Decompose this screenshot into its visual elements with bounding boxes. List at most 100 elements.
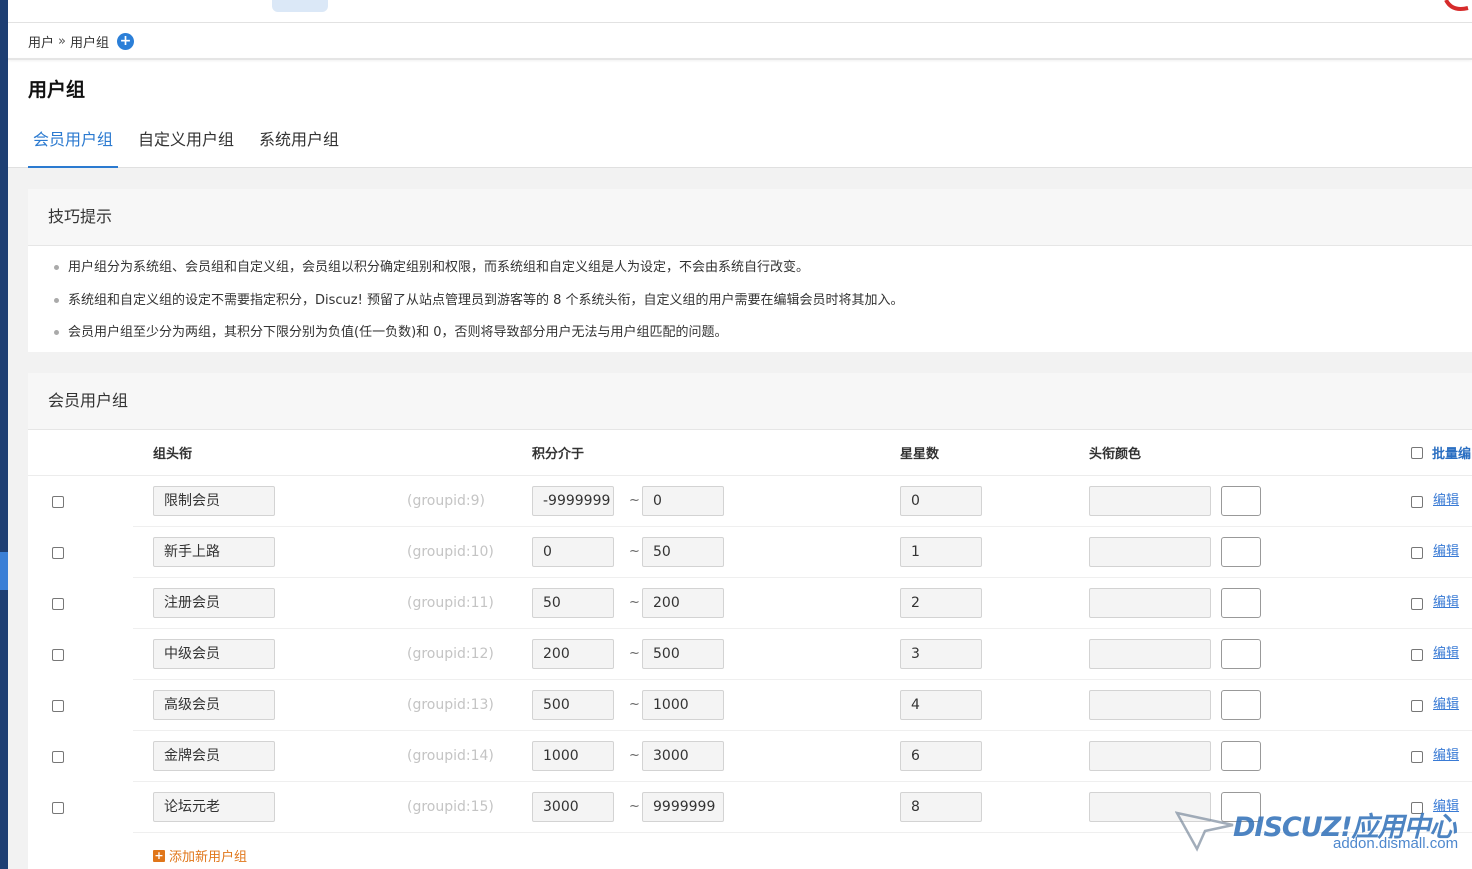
credits-max-input[interactable]: 1000 — [642, 690, 724, 720]
credits-min-input[interactable]: 0 — [532, 537, 614, 567]
tip-item: 用户组分为系统组、会员组和自定义组，会员组以积分确定组别和权限，而系统组和自定义… — [53, 258, 904, 291]
range-separator: ~ — [629, 646, 640, 661]
nav-item[interactable] — [466, 0, 504, 12]
add-shortcut-icon[interactable]: + — [117, 32, 134, 50]
stars-input[interactable]: 2 — [900, 588, 982, 618]
group-title-input[interactable]: 论坛元老 — [153, 792, 275, 822]
paper-plane-icon — [1175, 811, 1234, 852]
member-groups-panel: 会员用户组 组头衔 积分介于 星星数 头衔颜色 批量编 限制会员 (groupid… — [28, 373, 1472, 869]
group-title-input[interactable]: 高级会员 — [153, 690, 275, 720]
title-color-input[interactable] — [1089, 588, 1211, 618]
nav-item[interactable] — [834, 0, 872, 12]
color-picker-swatch[interactable] — [1221, 537, 1261, 567]
color-picker-swatch[interactable] — [1221, 588, 1261, 618]
credits-min-input[interactable]: 1000 — [532, 741, 614, 771]
nav-item[interactable] — [978, 0, 1016, 12]
color-picker-swatch[interactable] — [1221, 690, 1261, 720]
add-icon: + — [153, 848, 165, 862]
row-edit-checkbox[interactable] — [1411, 700, 1423, 712]
nav-item-active[interactable] — [272, 0, 328, 12]
nav-item[interactable] — [588, 0, 626, 12]
stars-input[interactable]: 8 — [900, 792, 982, 822]
title-color-input[interactable] — [1089, 486, 1211, 516]
stars-input[interactable]: 6 — [900, 741, 982, 771]
credits-min-input[interactable]: 200 — [532, 639, 614, 669]
edit-link[interactable]: 编辑 — [1433, 486, 1459, 516]
group-id-label: (groupid:14) — [407, 748, 494, 764]
tip-item: 会员用户组至少分为两组，其积分下限分别为负值(任一负数)和 0，否则将导致部分用… — [53, 323, 904, 356]
tab-custom-groups[interactable]: 自定义用户组 — [133, 120, 239, 166]
nav-item[interactable] — [36, 0, 74, 12]
credits-max-input[interactable]: 50 — [642, 537, 724, 567]
edit-link[interactable]: 编辑 — [1433, 537, 1459, 567]
row-edit-checkbox[interactable] — [1411, 598, 1423, 610]
row-checkbox[interactable] — [52, 700, 64, 712]
batch-edit-checkbox[interactable] — [1411, 447, 1423, 459]
col-header-color: 头衔颜色 — [1089, 447, 1142, 462]
table-row: 中级会员 (groupid:12) 200 ~500 3 编辑 — [28, 629, 1472, 680]
nav-item[interactable] — [896, 0, 934, 12]
table-row: 金牌会员 (groupid:14) 1000 ~3000 6 编辑 — [28, 731, 1472, 782]
nav-item[interactable] — [404, 0, 442, 12]
credits-min-input[interactable]: 50 — [532, 588, 614, 618]
group-title-input[interactable]: 限制会员 — [153, 486, 275, 516]
row-edit-checkbox[interactable] — [1411, 751, 1423, 763]
nav-item[interactable] — [772, 0, 810, 12]
title-color-input[interactable] — [1089, 741, 1211, 771]
nav-item[interactable] — [98, 0, 136, 12]
nav-item[interactable] — [160, 0, 198, 12]
stars-input[interactable]: 1 — [900, 537, 982, 567]
credits-max-input[interactable]: 9999999 — [642, 792, 724, 822]
credits-max-input[interactable]: 500 — [642, 639, 724, 669]
group-id-label: (groupid:12) — [407, 646, 494, 662]
title-color-input[interactable] — [1089, 537, 1211, 567]
credits-max-input[interactable]: 3000 — [642, 741, 724, 771]
row-checkbox[interactable] — [52, 598, 64, 610]
page-title: 用户组 — [28, 79, 86, 101]
add-group-link[interactable]: + 添加新用户组 — [153, 846, 247, 865]
nav-item[interactable] — [528, 0, 566, 12]
watermark: DISCUZ!应用中心 addon.dismall.com — [1175, 805, 1472, 865]
title-color-input[interactable] — [1089, 639, 1211, 669]
edit-link[interactable]: 编辑 — [1433, 639, 1459, 669]
nav-item[interactable] — [710, 0, 748, 12]
tips-list: 用户组分为系统组、会员组和自定义组，会员组以积分确定组别和权限，而系统组和自定义… — [53, 258, 904, 356]
credits-max-input[interactable]: 0 — [642, 486, 724, 516]
nav-item[interactable] — [218, 0, 256, 12]
credits-min-input[interactable]: 3000 — [532, 792, 614, 822]
row-edit-checkbox[interactable] — [1411, 496, 1423, 508]
batch-edit-label[interactable]: 批量编 — [1432, 443, 1471, 462]
row-checkbox[interactable] — [52, 649, 64, 661]
nav-item[interactable] — [340, 0, 378, 12]
col-header-stars: 星星数 — [900, 447, 940, 462]
credits-min-input[interactable]: -9999999 — [532, 486, 614, 516]
row-edit-checkbox[interactable] — [1411, 649, 1423, 661]
color-picker-swatch[interactable] — [1221, 486, 1261, 516]
title-color-input[interactable] — [1089, 690, 1211, 720]
nav-item[interactable] — [648, 0, 686, 12]
row-checkbox[interactable] — [52, 751, 64, 763]
tab-member-groups[interactable]: 会员用户组 — [28, 120, 119, 168]
stars-input[interactable]: 0 — [900, 486, 982, 516]
edit-link[interactable]: 编辑 — [1433, 690, 1459, 720]
credits-max-input[interactable]: 200 — [642, 588, 724, 618]
table-row: 高级会员 (groupid:13) 500 ~1000 4 编辑 — [28, 680, 1472, 731]
group-title-input[interactable]: 金牌会员 — [153, 741, 275, 771]
row-checkbox[interactable] — [52, 802, 64, 814]
credits-min-input[interactable]: 500 — [532, 690, 614, 720]
group-title-input[interactable]: 新手上路 — [153, 537, 275, 567]
color-picker-swatch[interactable] — [1221, 741, 1261, 771]
row-edit-checkbox[interactable] — [1411, 547, 1423, 559]
color-picker-swatch[interactable] — [1221, 639, 1261, 669]
tab-system-groups[interactable]: 系统用户组 — [254, 120, 344, 166]
edit-link[interactable]: 编辑 — [1433, 741, 1459, 771]
breadcrumb-divider — [8, 58, 1472, 60]
edit-link[interactable]: 编辑 — [1433, 588, 1459, 618]
stars-input[interactable]: 3 — [900, 639, 982, 669]
stars-input[interactable]: 4 — [900, 690, 982, 720]
row-checkbox[interactable] — [52, 496, 64, 508]
group-title-input[interactable]: 中级会员 — [153, 639, 275, 669]
row-checkbox[interactable] — [52, 547, 64, 559]
breadcrumb-root[interactable]: 用户 — [28, 32, 54, 51]
group-title-input[interactable]: 注册会员 — [153, 588, 275, 618]
